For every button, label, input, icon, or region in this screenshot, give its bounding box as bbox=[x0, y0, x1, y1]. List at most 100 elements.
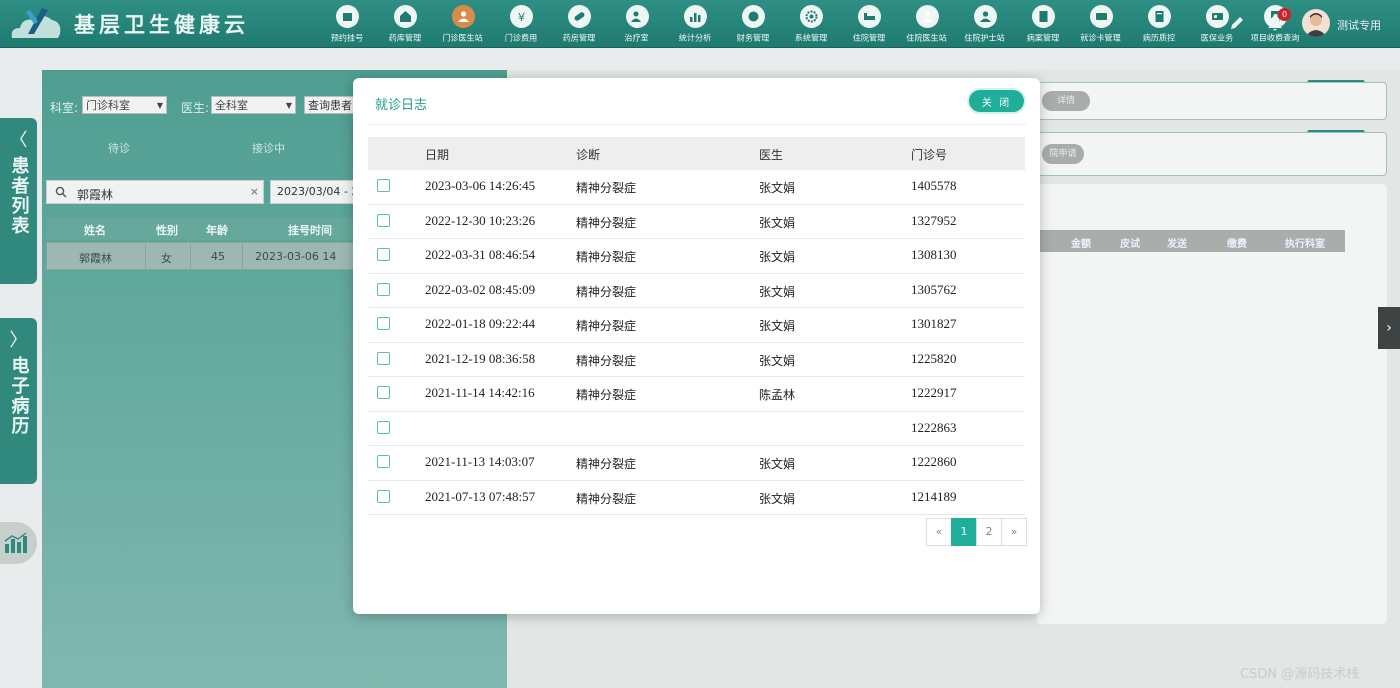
cell-date: 2022-12-30 10:23:26 bbox=[425, 212, 536, 228]
cell-diagnosis: 精神分裂症 bbox=[576, 388, 637, 402]
emr-side-tab[interactable]: 〉 电子病历 bbox=[0, 318, 37, 484]
nav-item-label: 门诊医生站 bbox=[442, 34, 484, 44]
nav-item-6[interactable]: 统计分析 bbox=[666, 0, 724, 47]
nav-item-label: 治疗室 bbox=[624, 34, 650, 44]
dept-select[interactable]: 门诊科室 ▼ bbox=[82, 96, 167, 114]
nav-item-8[interactable]: 系统管理 bbox=[782, 0, 840, 47]
row-checkbox[interactable] bbox=[377, 282, 390, 296]
cell-date: 2023-03-06 14:26:45 bbox=[425, 178, 536, 193]
close-button[interactable]: 关 闭 bbox=[969, 90, 1024, 112]
row-checkbox[interactable] bbox=[377, 420, 390, 434]
cell-doctor: 张文娟 bbox=[759, 319, 796, 333]
gear-icon bbox=[799, 5, 823, 28]
pencil-icon[interactable] bbox=[1228, 14, 1246, 32]
top-bar: 基层卫生健康云 预约挂号 药库管理 门诊医生站 ¥ 门诊费用 药房管理 治疗室 统计分析 财务管… bbox=[0, 0, 1400, 48]
cell-date: 2021-12-19 08:36:58 bbox=[425, 350, 536, 366]
col-send: 发送 bbox=[1167, 239, 1187, 250]
table-row[interactable]: 1222863 bbox=[368, 412, 1025, 446]
cell-reg-time: 2023-03-06 14 bbox=[255, 250, 337, 263]
table-row[interactable]: 2022-03-31 08:46:54 精神分裂症 张文娟 1308130 bbox=[368, 239, 1025, 274]
table-row[interactable]: 2021-12-19 08:36:58 精神分裂症 张文娟 1225820 bbox=[368, 343, 1025, 377]
notification-badge: 0 bbox=[1278, 8, 1291, 21]
statistics-button[interactable] bbox=[0, 522, 37, 564]
doctor-select[interactable]: 全科室 ▼ bbox=[211, 96, 296, 114]
nav-item-11[interactable]: 住院护士站 bbox=[956, 0, 1014, 47]
table-row[interactable]: 2022-03-02 08:45:09 精神分裂症 张文娟 1305762 bbox=[368, 274, 1025, 308]
row-checkbox[interactable] bbox=[377, 213, 390, 227]
nav-item-label: 住院护士站 bbox=[964, 34, 1006, 44]
page-1-button[interactable]: 1 bbox=[951, 518, 977, 546]
card-icon bbox=[1089, 5, 1113, 28]
table-row[interactable]: 2021-07-13 07:48:57 精神分裂症 张文娟 1214189 bbox=[368, 481, 1025, 515]
cell-no: 1222863 bbox=[911, 419, 957, 435]
nav-item-label: 药房管理 bbox=[562, 34, 596, 44]
nav-item-5[interactable]: 治疗室 bbox=[608, 0, 666, 47]
divider bbox=[145, 243, 146, 269]
nav-item-label: 统计分析 bbox=[678, 34, 712, 44]
row-checkbox[interactable] bbox=[377, 386, 390, 399]
chevron-right-icon: › bbox=[1386, 320, 1392, 336]
avatar[interactable] bbox=[1302, 9, 1330, 37]
cell-name: 郭霞林 bbox=[79, 252, 112, 265]
query-patient-button[interactable]: 查询患者 bbox=[304, 96, 356, 114]
table-row[interactable]: 2023-03-06 14:26:45 精神分裂症 张文娟 1405578 bbox=[368, 170, 1025, 205]
finance-icon bbox=[741, 5, 765, 28]
cell-doctor: 张文娟 bbox=[759, 353, 796, 368]
table-row[interactable]: 2022-12-30 10:23:26 精神分裂症 张文娟 1327952 bbox=[368, 205, 1025, 239]
table-row[interactable]: 2021-11-13 14:03:07 精神分裂症 张文娟 1222860 bbox=[368, 446, 1025, 481]
nav-item-12[interactable]: 病案管理 bbox=[1014, 0, 1072, 47]
tab-in-progress[interactable]: 接诊中 bbox=[252, 140, 285, 156]
cell-no: 1214189 bbox=[911, 488, 957, 504]
col-skin-test: 皮试 bbox=[1120, 239, 1140, 250]
tab-waiting[interactable]: 待诊 bbox=[108, 140, 130, 156]
patient-list-side-tab[interactable]: 〈 患者列表 bbox=[0, 118, 37, 284]
nav-item-label: 系统管理 bbox=[794, 34, 828, 44]
nav-item-label: 病历质控 bbox=[1142, 34, 1176, 44]
cell-no: 1405578 bbox=[911, 178, 957, 193]
cell-no: 1327952 bbox=[911, 212, 957, 228]
pagination: « 1 2 » bbox=[926, 518, 1027, 546]
cell-doctor: 张文娟 bbox=[759, 181, 796, 195]
cell-doctor: 张文娟 bbox=[759, 250, 796, 264]
next-page-button[interactable]: » bbox=[1001, 518, 1027, 546]
cell-doctor: 张文娟 bbox=[759, 284, 796, 299]
app-title: 基层卫生健康云 bbox=[74, 13, 249, 37]
divider bbox=[367, 124, 1026, 125]
yen-icon: ¥ bbox=[509, 5, 533, 28]
nav-item-1[interactable]: 药库管理 bbox=[376, 0, 434, 47]
nav-item-7[interactable]: 财务管理 bbox=[724, 0, 782, 47]
nav-item-9[interactable]: 住院管理 bbox=[840, 0, 898, 47]
clear-icon[interactable]: × bbox=[250, 185, 259, 198]
nav-item-13[interactable]: 就诊卡管理 bbox=[1072, 0, 1130, 47]
table-row[interactable]: 郭霞林 女 45 2023-03-06 14 bbox=[46, 242, 356, 270]
cell-diagnosis: 精神分裂症 bbox=[576, 181, 637, 195]
nav-item-4[interactable]: 药房管理 bbox=[550, 0, 608, 47]
apply-button[interactable]: 院申请 bbox=[1042, 144, 1084, 164]
table-row[interactable]: 2021-11-14 14:42:16 精神分裂症 陈孟林 1222917 bbox=[368, 377, 1025, 412]
expand-right-button[interactable]: › bbox=[1378, 307, 1400, 349]
nav-item-10[interactable]: 住院医生站 bbox=[898, 0, 956, 47]
cell-date: 2022-03-31 08:46:54 bbox=[425, 247, 536, 262]
table-row[interactable]: 2022-01-18 09:22:44 精神分裂症 张文娟 1301827 bbox=[368, 308, 1025, 343]
page-2-button[interactable]: 2 bbox=[976, 518, 1002, 546]
pill-icon bbox=[567, 5, 591, 28]
prev-page-button[interactable]: « bbox=[926, 518, 952, 546]
nav-item-0[interactable]: 预约挂号 bbox=[318, 0, 376, 47]
nav-item-14[interactable]: 病历质控 bbox=[1130, 0, 1188, 47]
row-checkbox[interactable] bbox=[377, 489, 390, 503]
bed-icon bbox=[857, 5, 881, 28]
patient-search-input[interactable]: 郭霞林 × bbox=[46, 180, 264, 204]
cell-date: 2021-11-13 14:03:07 bbox=[425, 454, 535, 469]
detail-button[interactable]: 详情 bbox=[1042, 91, 1090, 111]
cell-sex: 女 bbox=[161, 252, 172, 265]
row-checkbox[interactable] bbox=[377, 351, 390, 365]
nav-item-2[interactable]: 门诊医生站 bbox=[434, 0, 492, 47]
row-checkbox[interactable] bbox=[377, 455, 390, 468]
user-name[interactable]: 测试专用 bbox=[1337, 17, 1381, 33]
nav-item-3[interactable]: ¥ 门诊费用 bbox=[492, 0, 550, 47]
cell-doctor: 张文娟 bbox=[759, 491, 796, 506]
cell-no: 1225820 bbox=[911, 350, 957, 366]
row-checkbox[interactable] bbox=[377, 248, 390, 261]
row-checkbox[interactable] bbox=[377, 179, 390, 192]
row-checkbox[interactable] bbox=[377, 317, 390, 330]
